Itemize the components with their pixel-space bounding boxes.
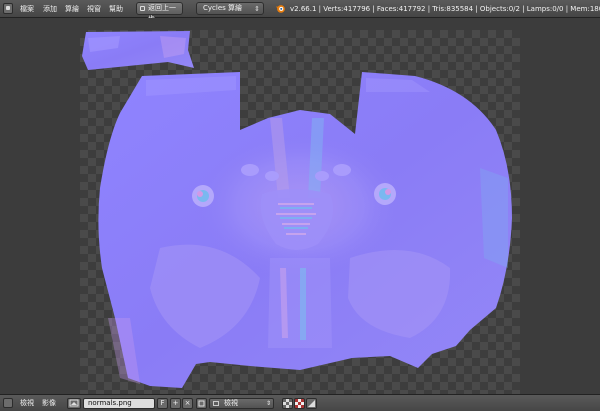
blender-logo-icon xyxy=(275,5,285,13)
new-image-button[interactable]: + xyxy=(170,398,181,409)
pin-image-button[interactable] xyxy=(196,398,207,409)
render-engine-select[interactable]: Cycles 算繪 ⇕ xyxy=(196,2,264,15)
eyedropper-icon xyxy=(308,400,315,407)
render-engine-label: Cycles 算繪 xyxy=(203,4,243,12)
chevron-updown-icon: ⇕ xyxy=(265,400,271,407)
mode-select[interactable]: 檢視 ⇕ xyxy=(209,398,274,409)
undo-icon xyxy=(140,6,145,11)
view-mode-icon xyxy=(213,401,219,406)
menu-item[interactable]: 檔案 xyxy=(20,4,34,14)
sample-tool-button[interactable] xyxy=(306,398,317,409)
menu-item[interactable]: 算繪 xyxy=(65,4,79,14)
menu-item[interactable]: 添加 xyxy=(43,4,57,14)
chevron-updown-icon: ⇕ xyxy=(254,5,260,13)
top-header: 檔案添加算繪視窗幫助 返回上一步 Cycles 算繪 ⇕ v2.66.1 | V… xyxy=(0,0,600,23)
menu-item[interactable]: 幫助 xyxy=(109,4,123,14)
image-editor-header: 檢視 影像 normals.png F + × 檢視 ⇕ xyxy=(0,394,600,411)
menu-item[interactable]: 影像 xyxy=(42,398,56,408)
mode-select-label: 檢視 xyxy=(224,399,238,407)
image-icon xyxy=(69,399,79,407)
editor-type-button[interactable] xyxy=(3,3,13,14)
normal-map-texture xyxy=(82,31,513,388)
scene-stats: v2.66.1 | Verts:417796 | Faces:417792 | … xyxy=(290,5,600,13)
undo-button[interactable]: 返回上一步 xyxy=(136,2,183,23)
menu-item[interactable]: 視窗 xyxy=(87,4,101,14)
pin-icon xyxy=(198,400,205,407)
editor-type-button-bottom[interactable] xyxy=(3,398,13,408)
image-editor-viewport[interactable] xyxy=(0,18,600,394)
unlink-image-button[interactable]: × xyxy=(182,398,193,409)
image-name-field[interactable]: normals.png xyxy=(83,398,155,409)
image-browse-button[interactable] xyxy=(67,398,81,409)
draw-channels-alpha-button[interactable] xyxy=(294,398,305,409)
draw-channels-rgb-button[interactable] xyxy=(282,398,293,409)
menu-item[interactable]: 檢視 xyxy=(20,398,34,408)
fake-user-button[interactable]: F xyxy=(157,398,168,409)
